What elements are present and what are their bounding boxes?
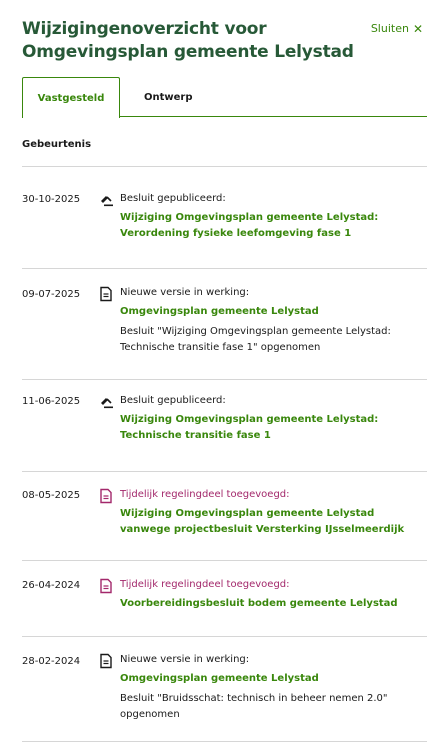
event-type: Nieuwe versie in werking: — [120, 654, 250, 665]
gavel-icon — [98, 192, 114, 208]
event-link[interactable]: Omgevingsplan gemeente Lelystad — [120, 304, 427, 320]
document-icon — [98, 286, 114, 302]
event-date: 11-06-2025 — [22, 396, 81, 407]
document-icon — [98, 653, 114, 669]
column-header-gebeurtenis: Gebeurtenis — [22, 139, 92, 150]
event-item: 28-02-2024 Nieuwe versie in werking: Omg… — [22, 637, 427, 742]
event-item: 09-07-2025 Nieuwe versie in werking: Omg… — [22, 269, 427, 380]
event-type: Nieuwe versie in werking: — [120, 287, 250, 298]
event-date: 09-07-2025 — [22, 289, 81, 300]
event-item: 26-04-2024 Tijdelijk regelingdeel toegev… — [22, 561, 427, 637]
event-date: 28-02-2024 — [22, 656, 81, 667]
event-item: 11-06-2025 Besluit gepubliceerd: Wijzigi… — [22, 380, 427, 472]
event-link[interactable]: Wijziging Omgevingsplan gemeente Lelysta… — [120, 412, 427, 444]
event-link[interactable]: Wijziging Omgevingsplan gemeente Lelysta… — [120, 506, 427, 538]
document-temporary-icon — [98, 578, 114, 594]
event-type: Besluit gepubliceerd: — [120, 193, 226, 204]
event-note: Besluit "Bruidsschat: technisch in behee… — [120, 693, 388, 720]
event-type: Tijdelijk regelingdeel toegevoegd: — [120, 489, 290, 500]
event-type: Besluit gepubliceerd: — [120, 395, 226, 406]
close-icon: ✕ — [412, 21, 423, 36]
close-button[interactable]: Sluiten ✕ — [371, 22, 423, 35]
event-date: 08-05-2025 — [22, 490, 81, 501]
panel-title: Wijzigingenoverzicht voor Omgevingsplan … — [22, 19, 354, 62]
event-link[interactable]: Voorbereidingsbesluit bodem gemeente Lel… — [120, 596, 427, 612]
event-item: 08-05-2025 Tijdelijk regelingdeel toegev… — [22, 472, 427, 561]
tab-vastgesteld[interactable]: Vastgesteld — [22, 77, 120, 118]
event-date: 30-10-2025 — [22, 194, 81, 205]
event-note: Besluit "Wijziging Omgevingsplan gemeent… — [120, 326, 391, 353]
document-temporary-icon — [98, 488, 114, 504]
gavel-icon — [98, 394, 114, 410]
tab-bar: Vastgesteld Ontwerp — [22, 77, 427, 118]
event-link[interactable]: Wijziging Omgevingsplan gemeente Lelysta… — [120, 210, 427, 242]
tab-ontwerp[interactable]: Ontwerp — [144, 77, 234, 117]
event-link[interactable]: Omgevingsplan gemeente Lelystad — [120, 671, 427, 687]
event-date: 26-04-2024 — [22, 580, 81, 591]
event-list: 30-10-2025 Besluit gepubliceerd: Wijzigi… — [22, 167, 427, 742]
close-label: Sluiten — [370, 22, 409, 35]
event-type: Tijdelijk regelingdeel toegevoegd: — [120, 579, 290, 590]
event-item: 30-10-2025 Besluit gepubliceerd: Wijzigi… — [22, 167, 427, 269]
